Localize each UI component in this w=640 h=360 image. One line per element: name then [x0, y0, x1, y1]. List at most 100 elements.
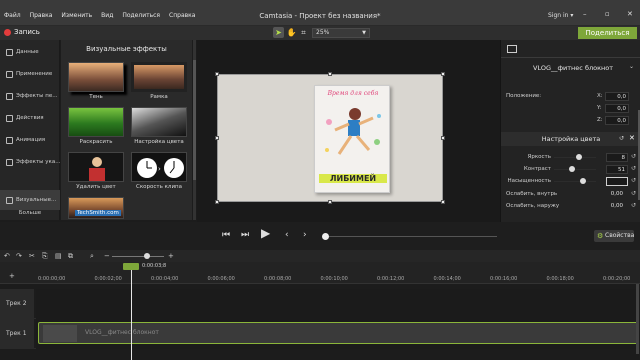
contrast-slider-knob[interactable] — [568, 166, 575, 172]
window-title: Camtasia - Проект без названия* — [259, 12, 381, 20]
rail-item-library[interactable]: Применение — [0, 64, 60, 84]
svg-text:›: › — [158, 165, 161, 173]
clip-name: VLOG__фитнес блокнот — [533, 64, 614, 72]
reset-icon[interactable]: ↺ — [631, 153, 636, 160]
zoom-slider-knob[interactable] — [144, 253, 150, 259]
next-icon[interactable]: › — [303, 230, 307, 240]
resize-handle[interactable] — [441, 200, 445, 204]
effect-colorize[interactable]: Раскрасить — [68, 107, 124, 147]
contrast-slider[interactable] — [554, 169, 596, 170]
timeline-toolbar: ↶ ↷ ✂ ⎘ ▤ ⧉ ⌕ − + — [0, 250, 640, 262]
remove-effect-icon[interactable]: ✕ — [629, 134, 635, 142]
feather-inside-field[interactable]: 0,00 — [601, 191, 623, 197]
previous-icon[interactable]: ‹ — [285, 230, 289, 240]
step-back-icon[interactable]: ⏮ — [222, 230, 230, 240]
saturation-slider-knob[interactable] — [580, 178, 587, 184]
track-lane[interactable] — [36, 289, 640, 319]
properties-button[interactable]: ⚙ Свойства — [594, 230, 634, 242]
brightness-slider-knob[interactable] — [576, 154, 583, 160]
resize-handle[interactable] — [328, 72, 332, 76]
contrast-field[interactable]: 51 — [606, 165, 628, 174]
properties-tabbar — [501, 40, 640, 58]
effect-shadow[interactable]: Тень — [68, 62, 124, 102]
timeline-scrollbar[interactable] — [636, 284, 639, 354]
zoom-dropdown[interactable]: 25% ▼ — [312, 28, 370, 38]
maximize-button[interactable]: ▫ — [605, 10, 610, 18]
video-frame[interactable]: Время для себя ЛИБИМЕЙ — [217, 74, 443, 202]
undo-icon[interactable]: ↶ — [4, 252, 10, 260]
reset-icon[interactable]: ↺ — [619, 135, 624, 142]
rail-item-cursor-effects[interactable]: Эффекты ука... — [0, 152, 60, 172]
playhead-handle[interactable] — [123, 263, 139, 270]
brightness-field[interactable]: 8 — [606, 153, 628, 162]
resize-handle[interactable] — [215, 72, 219, 76]
zoom-out-icon[interactable]: − — [104, 252, 110, 260]
select-tool-icon[interactable]: ➤ — [273, 27, 284, 38]
pan-hand-icon[interactable]: ✋ — [286, 27, 297, 38]
rail-item-behaviors[interactable]: Действия — [0, 108, 60, 128]
effect-clip-speed[interactable]: › Скорость клипа — [131, 152, 187, 192]
cut-icon[interactable]: ✂ — [29, 252, 35, 260]
collapse-icon[interactable]: ⌄ — [629, 63, 634, 70]
position-y-field[interactable]: 0,0 — [605, 104, 629, 113]
redo-icon[interactable]: ↷ — [16, 252, 22, 260]
reset-icon[interactable]: ↺ — [631, 165, 636, 172]
track-name[interactable]: Трек 1 — [0, 319, 34, 349]
playhead-line[interactable] — [131, 270, 132, 360]
brightness-slider[interactable] — [554, 157, 596, 158]
feather-inside-row: Ослабить, внутрь 0,00 ↺ — [506, 190, 637, 197]
effect-remove-color[interactable]: Удалить цвет — [68, 152, 124, 192]
rail-item-visual-effects[interactable]: Визуальные... — [0, 190, 60, 210]
track-name[interactable]: Трек 2 — [0, 289, 34, 319]
resize-handle[interactable] — [215, 200, 219, 204]
rail-item-transitions[interactable]: Эффекты пе... — [0, 86, 60, 106]
techsmith-watermark: TechSmith.com — [75, 210, 121, 216]
ruler-tick-label: 0:00:02;00 — [94, 276, 122, 282]
playback-bar: ⏮ ⏭ ▶ ‹ › ⚙ Свойства — [0, 222, 640, 250]
zoom-search-icon[interactable]: ⌕ — [90, 252, 94, 261]
zoom-in-icon[interactable]: + — [168, 252, 174, 260]
brightness-row: Яркость 8 ↺ — [527, 153, 637, 162]
feather-outside-field[interactable]: 0,00 — [601, 203, 623, 209]
resize-handle[interactable] — [441, 136, 445, 140]
ruler-tick-label: 0:00:16;00 — [490, 276, 518, 282]
add-track-icon[interactable]: + — [9, 272, 15, 280]
reset-icon[interactable]: ↺ — [631, 177, 636, 184]
ruler-tick-label: 0:00:12;00 — [377, 276, 405, 282]
resize-handle[interactable] — [328, 200, 332, 204]
saturation-slider[interactable] — [554, 181, 596, 182]
paste-icon[interactable]: ▤ — [55, 252, 62, 260]
sign-in-link[interactable]: Sign in ▾ — [548, 12, 573, 19]
timeline-zoom-slider[interactable] — [112, 253, 164, 259]
rail-item-animations[interactable]: Анимация — [0, 130, 60, 150]
effect-thumbnail — [68, 62, 124, 92]
effect-thumbnail — [68, 152, 124, 182]
reset-icon[interactable]: ↺ — [631, 202, 636, 209]
position-x-field[interactable]: 0,0 — [605, 92, 629, 101]
position-z-field[interactable]: 0,0 — [605, 116, 629, 125]
timeline-clip[interactable]: VLOG__фитнес блокнот — [38, 322, 638, 344]
effect-border[interactable]: Рамка — [131, 62, 187, 102]
crop-icon[interactable]: ⌗ — [298, 27, 309, 38]
split-icon[interactable]: ⧉ — [68, 252, 73, 261]
resize-handle[interactable] — [215, 136, 219, 140]
rail-item-media[interactable]: Данные — [0, 42, 60, 62]
step-forward-icon[interactable]: ⏭ — [241, 230, 249, 240]
play-icon[interactable]: ▶ — [261, 227, 270, 239]
close-button[interactable]: ✕ — [627, 10, 633, 18]
effect-color-adjustment[interactable]: Настройка цвета — [131, 107, 187, 147]
minimize-button[interactable]: – — [583, 10, 587, 18]
share-button[interactable]: Поделиться — [578, 27, 637, 39]
resize-handle[interactable] — [441, 72, 445, 76]
title-bar: Файл Правка Изменить Вид Поделиться Спра… — [0, 0, 640, 26]
panel-scrollbar[interactable] — [193, 40, 196, 220]
reset-icon[interactable]: ↺ — [631, 190, 636, 197]
more-button[interactable]: Больше — [0, 210, 60, 216]
progress-handle[interactable] — [322, 233, 329, 240]
record-button[interactable]: Запись — [4, 28, 40, 36]
saturation-field[interactable] — [606, 177, 628, 186]
video-properties-tab-icon[interactable] — [507, 45, 517, 53]
scrollbar-thumb[interactable] — [193, 60, 196, 180]
copy-icon[interactable]: ⎘ — [42, 252, 48, 261]
playback-progress[interactable] — [322, 233, 497, 240]
